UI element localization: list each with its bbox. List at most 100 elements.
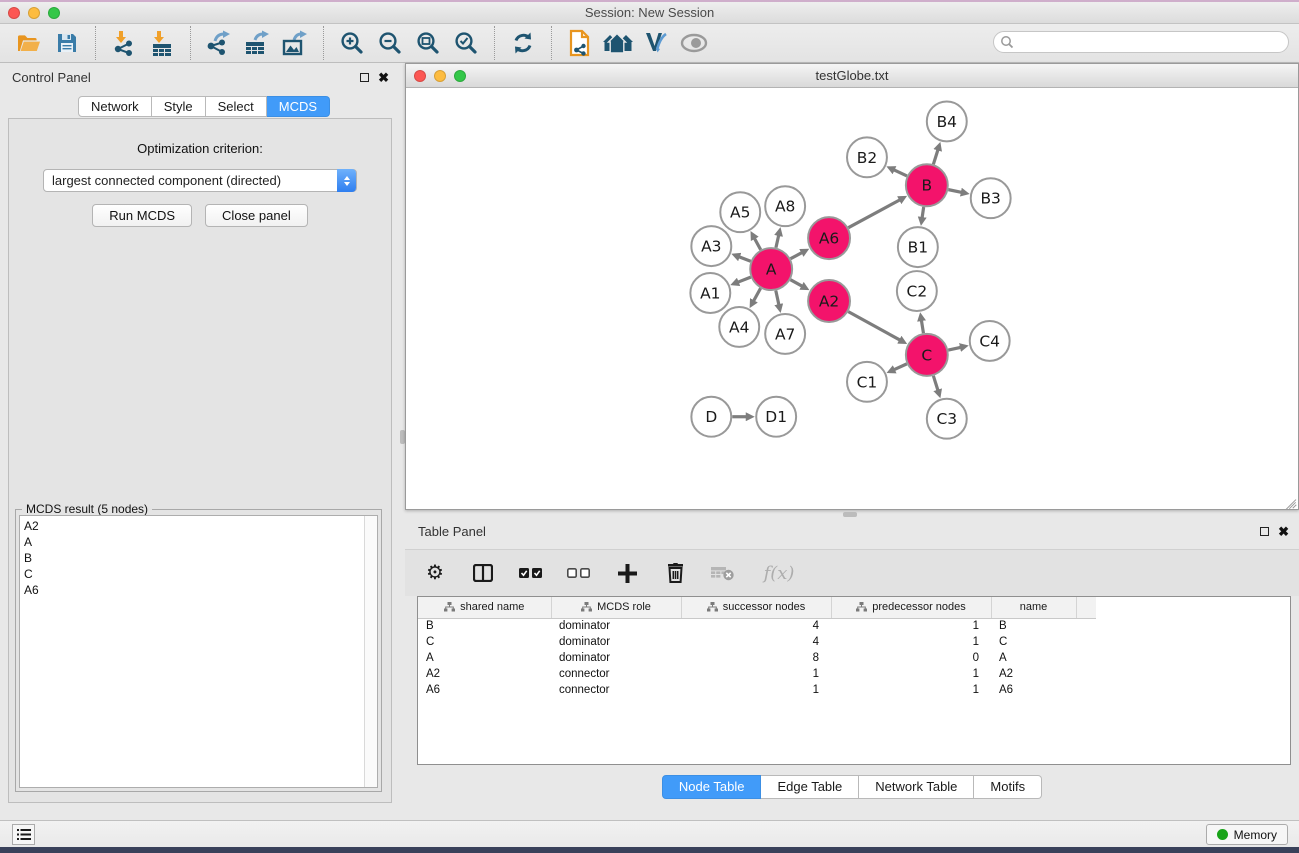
- zoom-fit-icon[interactable]: [409, 26, 447, 60]
- graph-edge-A-A8[interactable]: [776, 235, 779, 247]
- mcds-result-item[interactable]: B: [20, 550, 364, 566]
- table-row[interactable]: Adominator80A: [418, 650, 1096, 666]
- tab-motifs[interactable]: Motifs: [974, 775, 1042, 799]
- column-header-MCDS-role[interactable]: MCDS role: [551, 597, 681, 618]
- graph-edge-A-A7[interactable]: [776, 291, 779, 305]
- import-network-icon[interactable]: [105, 26, 143, 60]
- delete-column-icon[interactable]: [663, 561, 687, 585]
- graph-edge-A-A2[interactable]: [790, 280, 802, 286]
- save-session-icon[interactable]: [48, 26, 86, 60]
- graph-edge-A2-C[interactable]: [848, 312, 899, 340]
- graph-edge-C-C3[interactable]: [933, 376, 937, 390]
- graph-node-A[interactable]: A: [750, 248, 792, 290]
- table-cell[interactable]: 0: [831, 650, 991, 666]
- table-cell[interactable]: dominator: [551, 618, 681, 634]
- search-input[interactable]: [1018, 35, 1273, 49]
- table-cell[interactable]: C: [418, 634, 551, 650]
- close-panel-icon[interactable]: ✖: [378, 73, 389, 82]
- delete-table-icon[interactable]: [711, 561, 735, 585]
- graph-node-D[interactable]: D: [691, 397, 731, 437]
- table-row[interactable]: Bdominator41B: [418, 618, 1096, 634]
- tab-edge-table[interactable]: Edge Table: [761, 775, 859, 799]
- table-cell[interactable]: A6: [418, 682, 551, 698]
- float-panel-icon[interactable]: [360, 73, 369, 82]
- table-row[interactable]: Cdominator41C: [418, 634, 1096, 650]
- graph-edge-A-A6[interactable]: [791, 253, 802, 259]
- graph-edge-C-C2[interactable]: [921, 321, 923, 334]
- graph-node-A6[interactable]: A6: [808, 217, 850, 259]
- list-scrollbar[interactable]: [364, 516, 377, 787]
- graph-edge-B-B2[interactable]: [894, 170, 907, 176]
- table-cell[interactable]: connector: [551, 682, 681, 698]
- table-cell[interactable]: dominator: [551, 650, 681, 666]
- table-cell[interactable]: connector: [551, 666, 681, 682]
- mcds-result-item[interactable]: A: [20, 534, 364, 550]
- graph-edge-C-C1[interactable]: [894, 364, 907, 370]
- mcds-result-item[interactable]: C: [20, 566, 364, 582]
- tab-node-table[interactable]: Node Table: [662, 775, 762, 799]
- table-cell[interactable]: B: [991, 618, 1076, 634]
- graph-node-A8[interactable]: A8: [765, 186, 805, 226]
- table-settings-icon[interactable]: ⚙: [423, 561, 447, 585]
- graph-node-B[interactable]: B: [906, 164, 948, 206]
- graph-edge-C-C4[interactable]: [948, 347, 960, 350]
- graph-node-B3[interactable]: B3: [971, 178, 1011, 218]
- table-cell[interactable]: 1: [831, 666, 991, 682]
- tab-style[interactable]: Style: [152, 96, 206, 117]
- graph-edge-B-B3[interactable]: [948, 190, 961, 193]
- node-table[interactable]: shared nameMCDS rolesuccessor nodesprede…: [417, 596, 1291, 765]
- table-cell[interactable]: 1: [831, 634, 991, 650]
- float-table-panel-icon[interactable]: [1260, 527, 1269, 536]
- show-hide-icon[interactable]: [675, 26, 713, 60]
- table-cell[interactable]: 4: [681, 634, 831, 650]
- mcds-result-item[interactable]: A6: [20, 582, 364, 598]
- task-history-icon[interactable]: [12, 824, 35, 845]
- graph-node-A7[interactable]: A7: [765, 314, 805, 354]
- close-table-panel-icon[interactable]: ✖: [1278, 527, 1289, 536]
- criterion-dropdown[interactable]: largest connected component (directed): [43, 169, 357, 192]
- graph-node-C4[interactable]: C4: [970, 321, 1010, 361]
- mcds-result-item[interactable]: A2: [20, 518, 364, 534]
- graph-node-A4[interactable]: A4: [719, 307, 759, 347]
- add-column-icon[interactable]: [615, 561, 639, 585]
- network-canvas[interactable]: B4B2BB3A5A8A6B1A3AC2A1A2A4A7C4CC1C3DD1: [407, 89, 1297, 508]
- column-header-successor-nodes[interactable]: successor nodes: [681, 597, 831, 618]
- close-panel-button[interactable]: Close panel: [205, 204, 308, 227]
- select-all-icon[interactable]: [519, 561, 543, 585]
- graph-edge-A-A3[interactable]: [739, 257, 750, 261]
- table-cell[interactable]: A: [418, 650, 551, 666]
- table-cell[interactable]: 1: [681, 666, 831, 682]
- refresh-icon[interactable]: [504, 26, 542, 60]
- table-cell[interactable]: 8: [681, 650, 831, 666]
- export-network-icon[interactable]: [200, 26, 238, 60]
- tab-select[interactable]: Select: [206, 96, 267, 117]
- column-header-name[interactable]: name: [991, 597, 1076, 618]
- horizontal-splitter-handle[interactable]: [843, 512, 857, 517]
- tab-network[interactable]: Network: [78, 96, 152, 117]
- table-cell[interactable]: dominator: [551, 634, 681, 650]
- graph-node-A3[interactable]: A3: [691, 226, 731, 266]
- graph-node-B2[interactable]: B2: [847, 137, 887, 177]
- home-icon[interactable]: [599, 26, 637, 60]
- graph-node-B1[interactable]: B1: [898, 227, 938, 267]
- graph-node-A1[interactable]: A1: [690, 273, 730, 313]
- zoom-out-icon[interactable]: [371, 26, 409, 60]
- graph-edge-A-A5[interactable]: [755, 238, 761, 249]
- zoom-in-icon[interactable]: [333, 26, 371, 60]
- graph-edge-B-B1[interactable]: [922, 207, 924, 218]
- network-from-file-icon[interactable]: [561, 26, 599, 60]
- graph-edge-B-B4[interactable]: [933, 150, 937, 164]
- graph-edge-A6-B[interactable]: [848, 200, 899, 228]
- table-cell[interactable]: A2: [418, 666, 551, 682]
- tab-mcds[interactable]: MCDS: [267, 96, 330, 117]
- graph-node-B4[interactable]: B4: [927, 101, 967, 141]
- table-cell[interactable]: A: [991, 650, 1076, 666]
- graph-edge-A-A1[interactable]: [738, 277, 751, 282]
- graph-node-C[interactable]: C: [906, 334, 948, 376]
- run-mcds-button[interactable]: Run MCDS: [92, 204, 192, 227]
- open-session-icon[interactable]: [10, 26, 48, 60]
- graph-node-C3[interactable]: C3: [927, 399, 967, 439]
- column-header-predecessor-nodes[interactable]: predecessor nodes: [831, 597, 991, 618]
- memory-button[interactable]: Memory: [1206, 824, 1288, 845]
- table-cell[interactable]: 4: [681, 618, 831, 634]
